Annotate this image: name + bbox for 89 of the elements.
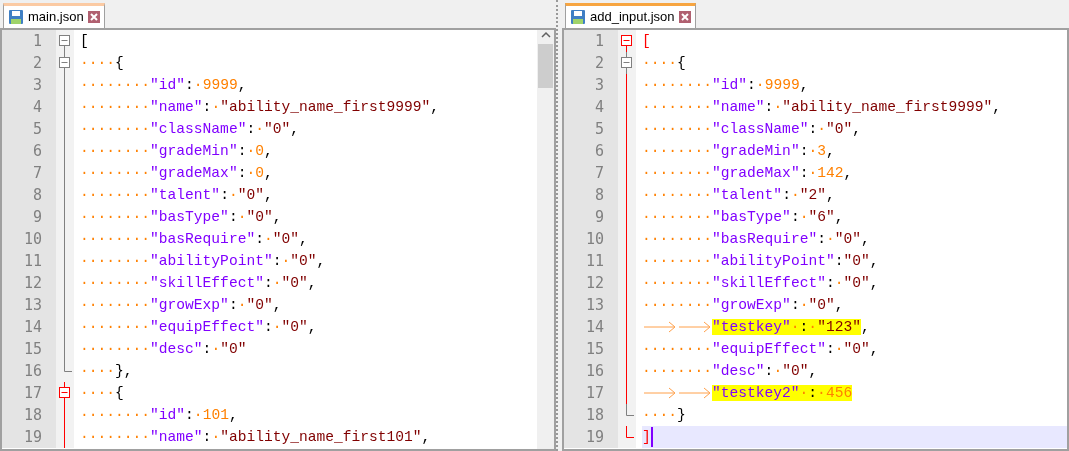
code-text: ········"talent":·"0", [80,186,274,205]
code-text: ········"gradeMin":·3, [642,142,836,161]
line-number: 4 [2,96,56,118]
line-number: 7 [564,162,618,184]
line-number: 6 [564,140,618,162]
line-number: 18 [564,404,618,426]
code-text: ····}, [80,362,134,381]
line-number: 7 [2,162,56,184]
code-text: ········"id":·9999, [642,76,810,95]
line-number: 16 [2,360,56,382]
line-number: 16 [564,360,618,382]
code-text: "testkey2"·:·456 [712,384,854,403]
line-number: 11 [564,250,618,272]
tab-arrow-icon [677,319,712,335]
code-text: ········"basRequire":·"0", [642,230,871,249]
line-number: 9 [2,206,56,228]
code-text: ····{ [80,384,125,403]
code-text: ····} [642,406,687,425]
line-number: 10 [2,228,56,250]
code-text: ········"id":·9999, [80,76,248,95]
fold-toggle-icon[interactable] [56,30,74,52]
line-number: 13 [564,294,618,316]
code-text: ········"className":·"0", [80,120,300,139]
line-number: 17 [2,382,56,404]
tab-arrow-icon [677,385,712,401]
code-text: ········"growExp":·"0", [80,296,283,315]
line-number: 1 [2,30,56,52]
code-text: ········"className":·"0", [642,120,862,139]
close-icon[interactable] [87,11,100,23]
line-number: 11 [2,250,56,272]
code-text: ········"desc":·"0", [642,362,819,381]
line-number: 13 [2,294,56,316]
tab-arrow-icon [642,385,677,401]
line-number: 18 [2,404,56,426]
file-tab[interactable]: main.json [3,3,105,28]
line-number: 14 [564,316,618,338]
line-number: 5 [2,118,56,140]
code-text: [ [80,32,90,51]
code-text: ········"basType":·"6", [642,208,845,227]
line-number: 3 [564,74,618,96]
tab-arrow-icon [642,319,677,335]
save-icon [570,9,586,25]
line-number: 2 [2,52,56,74]
code-text: ········"equipEffect":·"0", [642,340,880,359]
line-number: 6 [2,140,56,162]
code-text: ] [642,426,1067,448]
line-number: 1 [564,30,618,52]
code-text: ····{ [80,54,125,73]
line-number: 14 [2,316,56,338]
code-text: ········"skillEffect":·"0", [642,274,880,293]
line-number: 5 [564,118,618,140]
code-text: ········"desc":·"0" [80,340,248,359]
scrollbar-thumb[interactable] [538,44,553,88]
line-number: 12 [2,272,56,294]
code-text: ········"abilityPoint":"0", [642,252,880,271]
code-text: ········"id":·101, [80,406,239,425]
line-number: 3 [2,74,56,96]
code-text: ····{ [642,54,687,73]
code-text: ········"name":·"ability_name_first9999", [80,98,441,117]
code-text: ········"gradeMin":·0, [80,142,274,161]
code-text: ········"basType":·"0", [80,208,283,227]
code-text: ········"gradeMax":·0, [80,164,274,183]
line-number: 12 [564,272,618,294]
close-icon[interactable] [678,11,691,23]
code-text: ········"name":·"ability_name_first101", [80,428,432,447]
line-number: 8 [2,184,56,206]
code-text: ········"basRequire":·"0", [80,230,309,249]
code-text: ········"equipEffect":·"0", [80,318,318,337]
line-number: 8 [564,184,618,206]
line-number: 9 [564,206,618,228]
line-number: 17 [564,382,618,404]
code-text: ········"abilityPoint":·"0", [80,252,327,271]
line-number: 2 [564,52,618,74]
code-text: ········"gradeMax":·142, [642,164,854,183]
fold-toggle-icon[interactable] [618,30,636,52]
file-tab[interactable]: add_input.json [565,3,696,28]
code-text: ········"name":·"ability_name_first9999", [642,98,1003,117]
save-icon [8,9,24,25]
line-number: 19 [2,426,56,448]
line-number: 19 [564,426,618,448]
line-number: 15 [2,338,56,360]
line-number: 10 [564,228,618,250]
code-text: ········"skillEffect":·"0", [80,274,318,293]
code-text: ········"growExp":·"0", [642,296,845,315]
code-text: ········"talent":·"2", [642,186,836,205]
line-number: 15 [564,338,618,360]
line-number: 4 [564,96,618,118]
code-text: [ [642,32,652,51]
code-text: "testkey"·:·"123", [712,318,871,337]
